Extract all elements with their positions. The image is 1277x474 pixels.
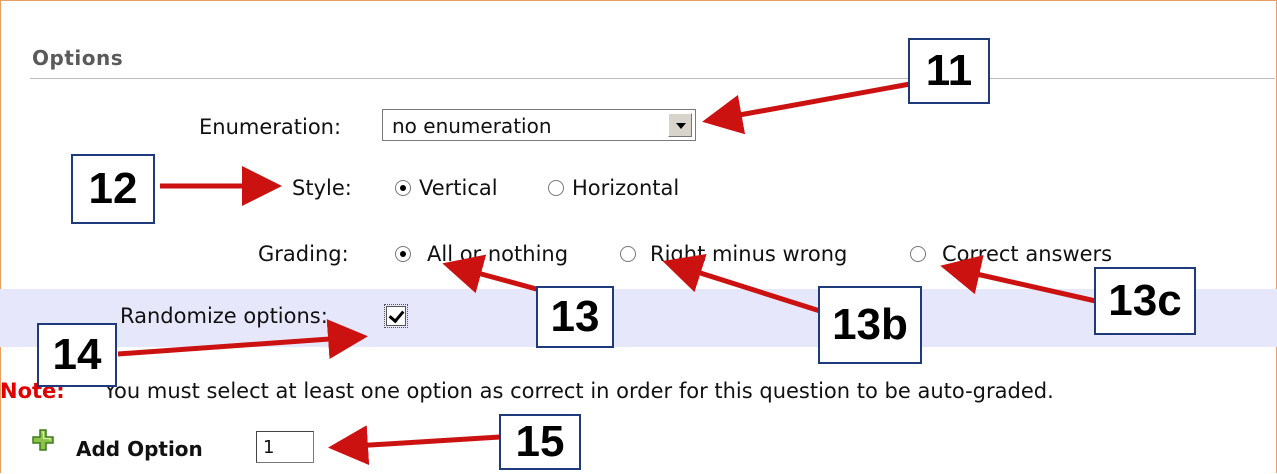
- arrow-14: [117, 319, 368, 360]
- callout-12: 12: [71, 154, 155, 224]
- arrow-15: [328, 425, 501, 466]
- callout-15: 15: [499, 414, 581, 470]
- arrow-13: [442, 254, 541, 294]
- callout-11: 11: [908, 38, 990, 104]
- annotation-arrows: [117, 81, 1101, 466]
- callout-14: 14: [37, 323, 117, 387]
- arrow-11: [702, 81, 911, 135]
- arrow-13b: [662, 254, 821, 314]
- callout-13b: 13b: [818, 286, 922, 364]
- callout-13: 13: [536, 286, 614, 348]
- arrow-13c: [940, 255, 1101, 305]
- callout-13c: 13c: [1094, 267, 1196, 335]
